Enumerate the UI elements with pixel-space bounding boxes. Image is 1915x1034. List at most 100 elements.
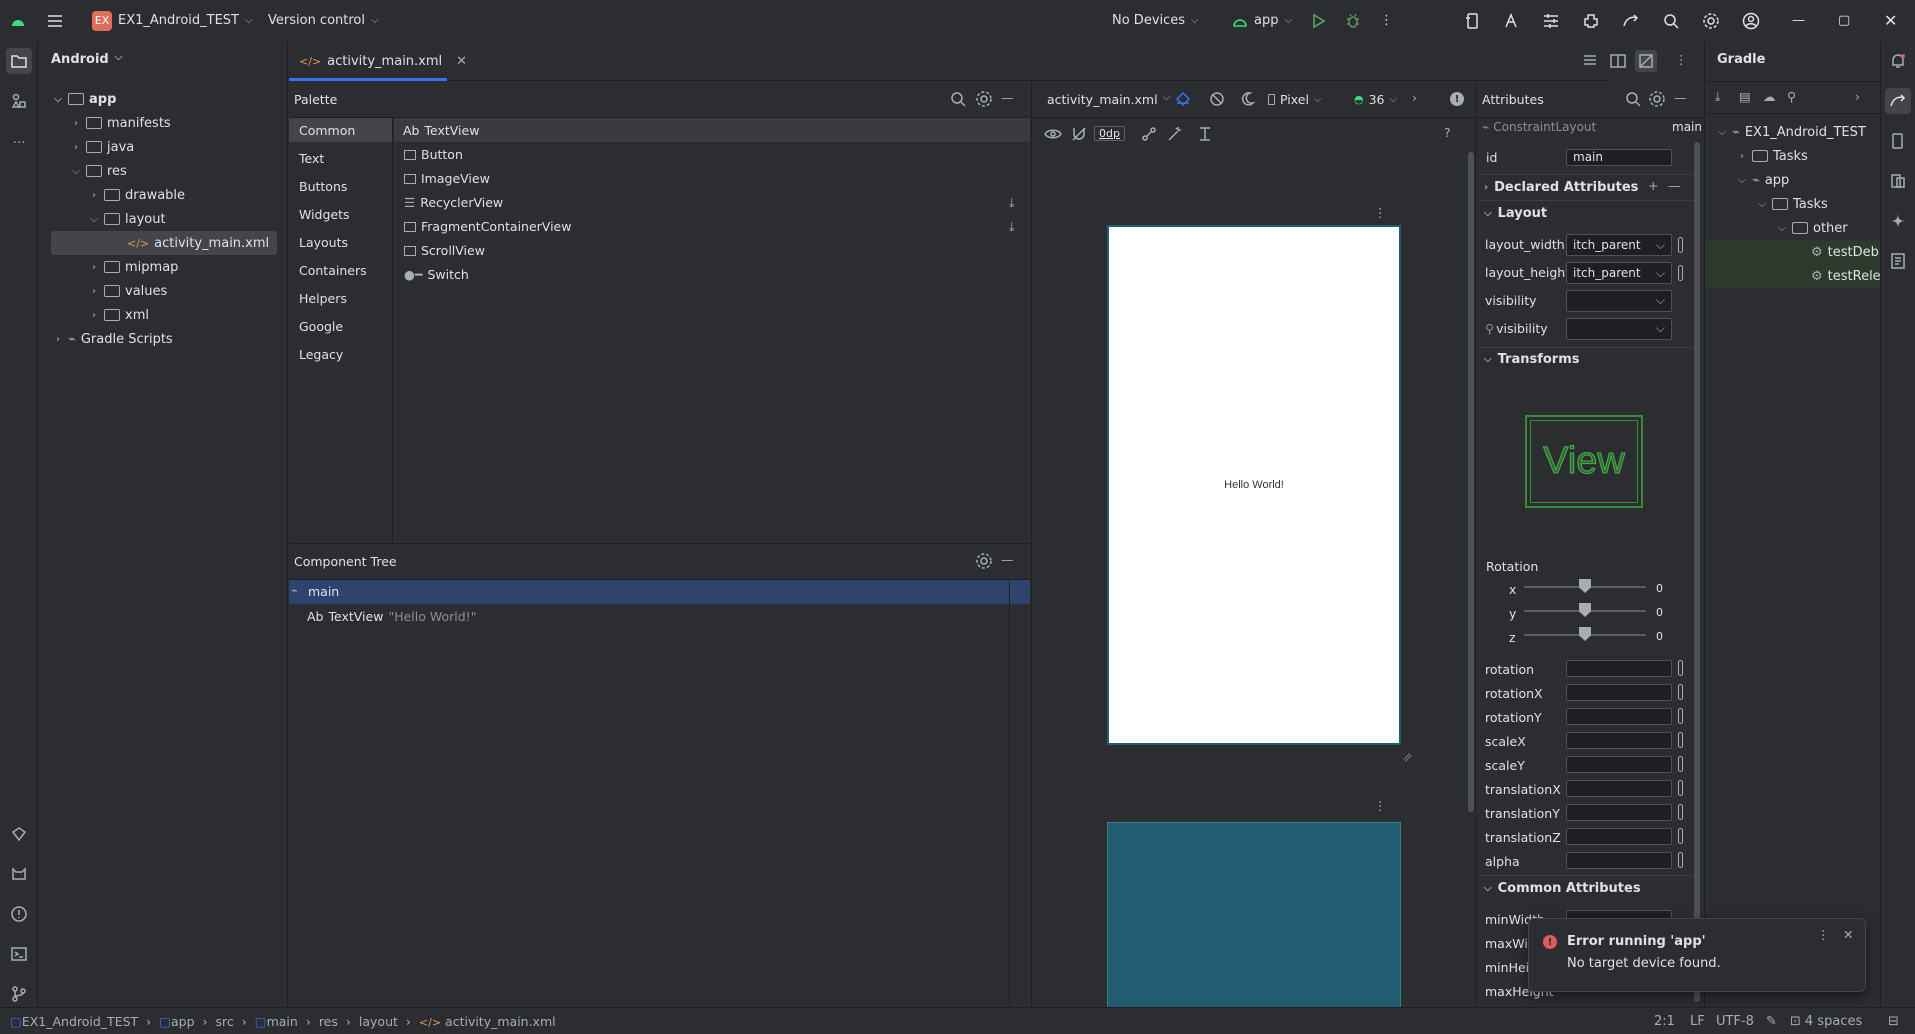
settings-gear-icon[interactable] (975, 90, 993, 108)
gradle-sync-icon[interactable] (1622, 0, 1640, 41)
attribute-pin-icon[interactable] (1678, 852, 1683, 868)
layout-height-select[interactable]: itch_parent ⌵ (1566, 262, 1672, 284)
layout-width-select[interactable]: itch_parent ⌵ (1566, 234, 1672, 256)
visibility-select[interactable]: ⌵ (1566, 290, 1672, 312)
attribute-pin-icon[interactable] (1678, 237, 1683, 253)
palette-item-imageview[interactable]: ImageView (404, 171, 490, 186)
crumb-res[interactable]: res (319, 1014, 338, 1029)
close-tab-icon[interactable]: ✕ (456, 54, 467, 69)
guidelines-icon[interactable] (1196, 125, 1214, 143)
gradle-tool-icon[interactable] (1885, 88, 1911, 114)
category-common[interactable]: Common (299, 123, 355, 138)
tools-visibility-select[interactable]: ⌵ (1566, 318, 1672, 340)
scalex-field[interactable] (1566, 732, 1672, 749)
sdk-manager-icon[interactable] (1542, 0, 1560, 41)
search-icon[interactable] (1624, 90, 1642, 108)
settings-gear-icon[interactable] (1702, 0, 1720, 41)
file-selector[interactable]: activity_main.xml ⌵ (1047, 92, 1170, 107)
attribute-pin-icon[interactable] (1678, 828, 1683, 844)
translationz-field[interactable] (1566, 828, 1672, 845)
download-sources-icon[interactable]: ⤓ (1715, 89, 1721, 105)
logcat-icon[interactable] (6, 861, 32, 887)
attribute-pin-icon[interactable] (1678, 684, 1683, 700)
rotationx-field[interactable] (1566, 684, 1672, 701)
design-blueprint-icon[interactable] (1174, 90, 1192, 108)
palette-item-fragmentcontainerview[interactable]: FragmentContainerView (404, 219, 571, 234)
translationy-field[interactable] (1566, 804, 1672, 821)
crumb-project[interactable]: ▢EX1_Android_TEST (10, 1014, 138, 1029)
attribute-pin-icon[interactable] (1678, 660, 1683, 676)
build-variants-icon[interactable] (6, 821, 32, 847)
debug-button[interactable] (1344, 0, 1362, 41)
magnet-icon[interactable] (1070, 125, 1088, 143)
download-icon[interactable]: ⤓ (1009, 219, 1015, 235)
rotation-x-knob[interactable] (1579, 579, 1591, 593)
project-selector[interactable]: EX EX1_Android_TEST ⌵ (92, 0, 253, 41)
palette-item-button[interactable]: Button (404, 147, 463, 162)
caret-position[interactable]: 2:1 (1654, 1014, 1675, 1029)
attribute-pin-icon[interactable] (1678, 804, 1683, 820)
gradle-tree-app[interactable]: ⌵ ⌁ app (1737, 168, 1789, 192)
gradle-tree-other[interactable]: ⌵ other (1777, 216, 1847, 240)
gradle-task-testdebug[interactable]: ⚙ testDebu (1811, 240, 1887, 264)
tree-item-activity-main[interactable]: </> activity_main.xml (127, 231, 269, 255)
tree-item-manifests[interactable]: › manifests (71, 111, 171, 135)
night-mode-icon[interactable] (1238, 90, 1256, 108)
attribute-pin-icon[interactable] (1678, 780, 1683, 796)
gradle-tree-tasks[interactable]: › Tasks (1737, 144, 1808, 168)
transforms-section-header[interactable]: ⌵ Transforms (1476, 347, 1696, 371)
attribute-pin-icon[interactable] (1678, 708, 1683, 724)
design-preview-screen[interactable]: Hello World! (1107, 225, 1401, 745)
main-menu-icon[interactable] (46, 0, 64, 41)
rotation-field[interactable] (1566, 660, 1672, 677)
gradle-task-testrelease[interactable]: ⚙ testRele (1811, 264, 1881, 288)
offline-mode-icon[interactable]: ☁ (1763, 89, 1776, 104)
tree-item-java[interactable]: › java (71, 135, 134, 159)
notifications-icon[interactable] (1885, 48, 1911, 74)
split-view-icon[interactable] (1609, 52, 1627, 70)
run-config-selector[interactable]: app ⌵ (1232, 0, 1292, 41)
attribute-pin-icon[interactable] (1678, 756, 1683, 772)
indent-settings[interactable]: ⊡ 4 spaces (1790, 1014, 1862, 1029)
id-field[interactable]: main (1566, 149, 1672, 166)
gemini-icon[interactable] (1885, 208, 1911, 234)
more-options-icon[interactable]: ⋮ (1675, 52, 1688, 67)
chevron-right-icon[interactable]: › (1412, 90, 1417, 105)
device-manager-icon[interactable] (1464, 0, 1482, 41)
settings-gear-icon[interactable] (1648, 90, 1666, 108)
more-tools-icon[interactable]: ⋯ (6, 128, 32, 154)
app-inspection-icon[interactable] (1885, 248, 1911, 274)
palette-item-scrollview[interactable]: ScrollView (404, 243, 485, 258)
category-helpers[interactable]: Helpers (299, 291, 347, 306)
device-selector[interactable]: No Devices ⌵ (1112, 0, 1199, 41)
category-layouts[interactable]: Layouts (299, 235, 348, 250)
common-attributes-header[interactable]: ⌵ Common Attributes (1476, 876, 1696, 900)
more-actions-icon[interactable]: ⋮ (1380, 0, 1393, 41)
version-control-icon[interactable] (6, 981, 32, 1007)
tree-item-values[interactable]: › values (89, 279, 167, 303)
minimize-icon[interactable]: — (1792, 0, 1805, 41)
chevron-right-icon[interactable]: › (1855, 89, 1860, 104)
design-more-icon[interactable]: ⋮ (1374, 205, 1387, 220)
close-window-icon[interactable]: ✕ (1884, 0, 1897, 41)
help-icon[interactable]: ? (1444, 125, 1451, 140)
plugins-icon[interactable] (1582, 0, 1600, 41)
blueprint-more-icon[interactable]: ⋮ (1374, 798, 1387, 813)
layout-section-header[interactable]: ⌵ Layout (1476, 201, 1696, 225)
tree-item-gradle-scripts[interactable]: › ⌁ Gradle Scripts (53, 327, 173, 351)
category-google[interactable]: Google (299, 319, 343, 334)
remove-attribute-icon[interactable]: — (1668, 178, 1681, 193)
run-button[interactable] (1310, 0, 1326, 41)
hello-world-text[interactable]: Hello World! (1224, 479, 1284, 491)
default-margin-button[interactable]: 0dp (1094, 126, 1125, 141)
download-icon[interactable]: ⤓ (1009, 195, 1015, 211)
notification-more-icon[interactable]: ⋮ (1817, 927, 1830, 942)
search-icon[interactable] (949, 90, 967, 108)
add-attribute-icon[interactable]: + (1648, 178, 1658, 193)
component-row-textview[interactable]: Ab TextView "Hello World!" (307, 609, 476, 624)
project-view-selector[interactable]: Android ⌵ (51, 52, 122, 67)
maximize-icon[interactable]: ▢ (1838, 0, 1850, 41)
tree-item-layout[interactable]: ⌵ layout (89, 207, 165, 231)
line-separator[interactable]: LF (1690, 1014, 1705, 1029)
error-notification[interactable]: ! Error running 'app' No target device f… (1528, 918, 1866, 992)
